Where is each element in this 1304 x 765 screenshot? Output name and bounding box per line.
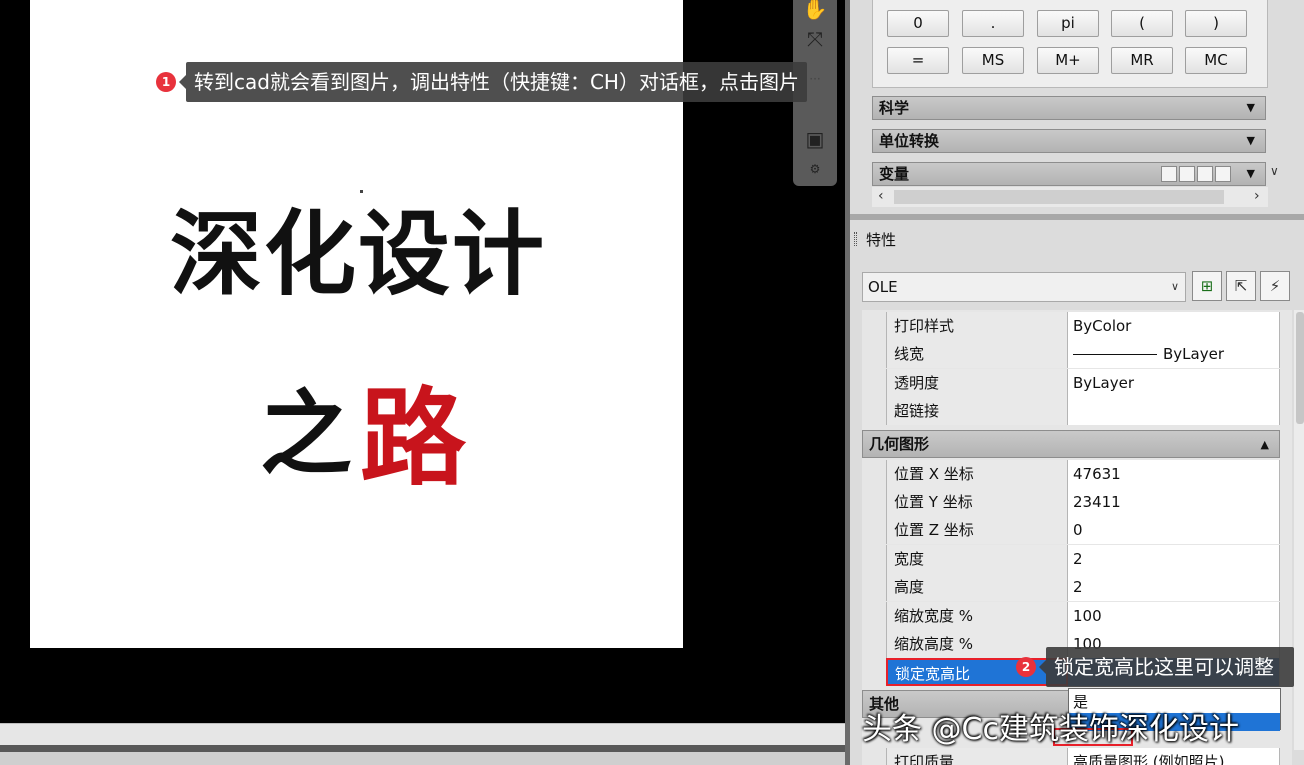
prop-value[interactable]: 2 — [1068, 545, 1280, 573]
callout-pointer — [179, 75, 186, 89]
section-science[interactable]: 科学 ▼ — [872, 96, 1266, 120]
section-unit-convert-label: 单位转换 — [879, 132, 940, 150]
prop-name: 打印质量 — [886, 748, 1068, 765]
palette-separator — [850, 214, 1304, 220]
prop-row-position-x[interactable]: 位置 X 坐标 47631 — [886, 460, 1280, 488]
prop-name: 缩放高度 % — [886, 630, 1068, 658]
prop-name: 高度 — [886, 573, 1068, 601]
prop-value[interactable]: 0 — [1068, 516, 1280, 544]
prop-row-transparency[interactable]: 透明度 ByLayer — [886, 369, 1280, 397]
toggle-pickadd-icon[interactable]: ⊞ — [1192, 271, 1222, 301]
calc-key-0[interactable]: 0 — [887, 10, 949, 37]
callout-step-2: 锁定宽高比这里可以调整 — [1046, 647, 1294, 687]
logo-text-line2-black: 之 — [260, 381, 353, 488]
callout-step-1: 转到cad就会看到图片，调出特性（快捷键：CH）对话框，点击图片 — [186, 62, 807, 102]
status-bar-inner — [0, 752, 845, 765]
prop-name: 宽度 — [886, 545, 1068, 573]
prop-value[interactable]: 100 — [1068, 602, 1280, 630]
calc-key-close-paren[interactable]: ) — [1185, 10, 1247, 37]
section-variables-label: 变量 — [879, 165, 910, 183]
calc-key-pi[interactable]: pi — [1037, 10, 1099, 37]
prop-name: 线宽 — [886, 340, 1068, 368]
calc-key-equals[interactable]: = — [887, 47, 949, 74]
logo-text-line1: 深化设计 — [170, 201, 547, 308]
prop-row-plot-style[interactable]: 打印样式 ByColor — [886, 312, 1280, 340]
prop-name: 缩放宽度 % — [886, 602, 1068, 630]
prop-name: 打印样式 — [886, 312, 1068, 340]
scrollbar-thumb[interactable] — [894, 190, 1224, 204]
prop-value[interactable]: 47631 — [1068, 460, 1280, 488]
calculator-icon[interactable] — [1215, 166, 1231, 182]
prop-row-hyperlink[interactable]: 超链接 — [886, 397, 1280, 425]
prop-name: 超链接 — [886, 397, 1068, 425]
layout-tabs-bar — [0, 723, 845, 745]
properties-title-text: 特性 — [866, 231, 897, 249]
edit-variable-icon[interactable] — [1179, 166, 1195, 182]
variable-tools — [1159, 166, 1231, 182]
new-variable-icon[interactable] — [1161, 166, 1177, 182]
callout-pointer — [1039, 660, 1046, 674]
select-objects-icon[interactable]: ⇱ — [1226, 271, 1256, 301]
prop-value[interactable]: ByColor — [1068, 312, 1280, 340]
prop-value-text: ByLayer — [1163, 345, 1224, 363]
step-badge-2: 2 — [1016, 657, 1036, 677]
calc-key-mplus[interactable]: M+ — [1037, 47, 1099, 74]
step-badge-1: 1 — [156, 72, 176, 92]
properties-vertical-scrollbar[interactable] — [1294, 310, 1304, 750]
prop-row-height[interactable]: 高度 2 — [886, 573, 1280, 601]
scroll-down-arrow-icon[interactable]: ∨ — [1270, 164, 1279, 178]
line-sample-icon — [1073, 354, 1157, 355]
prop-name: 位置 Z 坐标 — [886, 516, 1068, 544]
section-variables[interactable]: 变量 ▼ — [872, 162, 1266, 186]
calc-key-mc[interactable]: MC — [1185, 47, 1247, 74]
nav-options-icon[interactable]: ⚙ — [798, 154, 832, 184]
category-label: 几何图形 — [869, 435, 930, 453]
scroll-right-arrow-icon[interactable]: › — [1254, 188, 1260, 204]
prop-name: 透明度 — [886, 369, 1068, 397]
drawing-canvas[interactable]: 深化设计 之 路 ✋ ⤧ ··· ▣ ⚙ — [0, 0, 845, 723]
delete-variable-icon[interactable] — [1197, 166, 1213, 182]
prop-value[interactable]: 2 — [1068, 573, 1280, 601]
grip-icon[interactable] — [854, 232, 857, 246]
caret-down-icon: ▼ — [1246, 167, 1255, 180]
caret-up-icon: ▲ — [1260, 438, 1269, 451]
quick-select-icon[interactable]: ⚡ — [1260, 271, 1290, 301]
category-geometry[interactable]: 几何图形 ▲ — [862, 430, 1280, 458]
prop-row-position-y[interactable]: 位置 Y 坐标 23411 — [886, 488, 1280, 516]
prop-value[interactable]: 高质量图形 (例如照片) — [1068, 748, 1280, 765]
prop-row-lineweight[interactable]: 线宽 ByLayer — [886, 340, 1280, 368]
pan-icon[interactable]: ✋ — [798, 0, 832, 24]
scrollbar-thumb[interactable] — [1296, 312, 1304, 424]
zoom-extents-icon[interactable]: ⤧ — [798, 24, 832, 54]
caret-down-icon: ▼ — [1246, 101, 1255, 114]
calc-key-open-paren[interactable]: ( — [1111, 10, 1173, 37]
calc-key-mr[interactable]: MR — [1111, 47, 1173, 74]
prop-row-width[interactable]: 宽度 2 — [886, 545, 1280, 573]
section-science-label: 科学 — [879, 99, 910, 117]
caret-down-icon: ▼ — [1246, 134, 1255, 147]
calc-key-dot[interactable]: . — [962, 10, 1024, 37]
prop-value[interactable]: 23411 — [1068, 488, 1280, 516]
object-type-value: OLE — [868, 278, 898, 296]
prop-name: 位置 X 坐标 — [886, 460, 1068, 488]
quickcalc-keypad: 0 . pi ( ) = MS M+ MR MC — [872, 0, 1268, 88]
prop-value[interactable] — [1068, 397, 1280, 425]
prop-row-position-z[interactable]: 位置 Z 坐标 0 — [886, 516, 1280, 544]
object-type-select[interactable]: OLE ∨ — [862, 272, 1186, 302]
prop-value[interactable]: ByLayer — [1068, 369, 1280, 397]
showmotion-icon[interactable]: ▣ — [798, 124, 832, 154]
prop-row-scale-width[interactable]: 缩放宽度 % 100 — [886, 602, 1280, 630]
watermark: 头条 @Cc建筑装饰深化设计 — [862, 712, 1239, 747]
calc-key-ms[interactable]: MS — [962, 47, 1024, 74]
properties-panel-title: 特性 — [850, 226, 1304, 254]
prop-name: 位置 Y 坐标 — [886, 488, 1068, 516]
section-unit-convert[interactable]: 单位转换 ▼ — [872, 129, 1266, 153]
calc-horizontal-scrollbar[interactable]: ‹ › — [872, 187, 1268, 207]
chevron-down-icon: ∨ — [1170, 280, 1179, 293]
scroll-left-arrow-icon[interactable]: ‹ — [878, 188, 884, 204]
prop-value[interactable]: ByLayer — [1068, 340, 1280, 368]
prop-row-plot-quality[interactable]: 打印质量 高质量图形 (例如照片) — [886, 748, 1280, 765]
logo-text-line2-red: 路 — [360, 377, 466, 500]
